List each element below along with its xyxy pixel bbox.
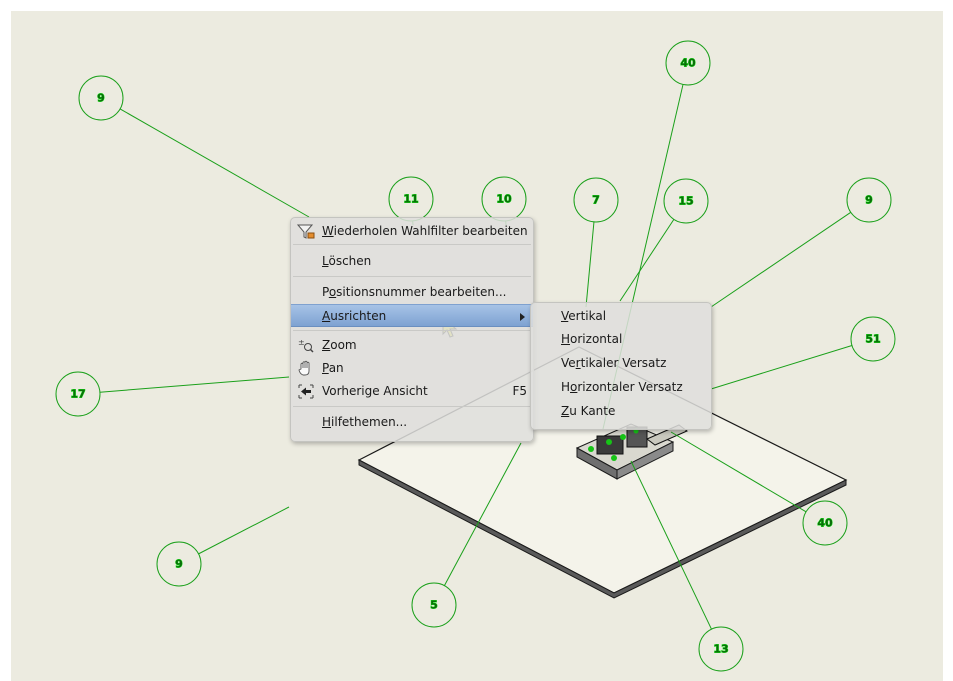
balloon-number: 40 bbox=[680, 57, 696, 70]
zoom-icon: ± bbox=[297, 337, 315, 354]
menu-item-zoom[interactable]: ± Zoom bbox=[291, 334, 533, 357]
balloon[interactable]: 40 bbox=[665, 40, 711, 86]
leader-line bbox=[198, 506, 290, 555]
balloon[interactable]: 9 bbox=[156, 541, 202, 587]
mnemonic-w: W bbox=[322, 224, 334, 238]
menu-item-align[interactable]: Ausrichten bbox=[291, 304, 533, 327]
submenu-label-horizontal-offset: rizontaler Versatz bbox=[577, 380, 683, 394]
shortcut-f5: F5 bbox=[512, 384, 527, 398]
balloon-number: 51 bbox=[865, 333, 880, 346]
balloon-number: 11 bbox=[403, 193, 418, 206]
menu-separator bbox=[293, 276, 531, 277]
menu-item-edit-balloon-number[interactable]: Positionsnummer bearbeiten... bbox=[291, 281, 533, 304]
balloon[interactable]: 17 bbox=[55, 371, 101, 417]
mnemonic-z: Z bbox=[322, 338, 331, 352]
balloon-number: 9 bbox=[97, 92, 105, 105]
svg-text:±: ± bbox=[298, 338, 305, 347]
menu-label-edit-balloon: sitionsnummer bearbeiten... bbox=[336, 285, 507, 299]
menu-label-repeat-filter: iederholen Wahlfilter bearbeiten bbox=[333, 224, 528, 238]
balloon-number: 9 bbox=[175, 558, 183, 571]
balloon[interactable]: 13 bbox=[698, 626, 744, 672]
balloon-number: 15 bbox=[678, 195, 693, 208]
leader-line bbox=[585, 221, 595, 308]
submenu-item-horizontal[interactable]: Horizontal bbox=[531, 328, 711, 351]
menu-item-delete[interactable]: Löschen bbox=[291, 250, 533, 273]
balloon-number: 13 bbox=[713, 643, 728, 656]
menu-item-previous-view[interactable]: Vorherige Ansicht F5 bbox=[291, 380, 533, 403]
submenu-label-prefix: H bbox=[561, 380, 571, 394]
menu-separator bbox=[293, 406, 531, 407]
submenu-label-vertical-offset: tikaler Versatz bbox=[580, 356, 667, 370]
menu-label-zoom: oom bbox=[330, 338, 357, 352]
menu-separator bbox=[293, 330, 531, 331]
submenu-item-horizontal-offset[interactable]: Horizontaler Versatz bbox=[531, 376, 711, 399]
balloon-number: 9 bbox=[865, 194, 873, 207]
mnemonic-h: H bbox=[561, 332, 571, 346]
balloon-number: 7 bbox=[592, 194, 600, 207]
mnemonic-h: H bbox=[322, 415, 332, 429]
balloon[interactable]: 9 bbox=[846, 177, 892, 223]
submenu-label-to-edge: u Kante bbox=[569, 404, 616, 418]
balloon-number: 10 bbox=[496, 193, 512, 206]
balloon[interactable]: 7 bbox=[573, 177, 619, 223]
menu-label-help-topics: ilfethemen... bbox=[331, 415, 408, 429]
balloon[interactable]: 5 bbox=[411, 582, 457, 628]
balloon[interactable]: 10 bbox=[481, 176, 527, 222]
menu-label-pan: an bbox=[328, 361, 344, 375]
context-menu: Wiederholen Wahlfilter bearbeiten Lösche… bbox=[290, 217, 534, 442]
balloon[interactable]: 51 bbox=[850, 316, 896, 362]
menu-item-pan[interactable]: Pan bbox=[291, 357, 533, 380]
balloon-number: 5 bbox=[430, 599, 438, 612]
balloon[interactable]: 11 bbox=[388, 176, 434, 222]
align-submenu: Vertikal Horizontal Vertikaler Versatz H… bbox=[530, 302, 712, 430]
previous-view-icon bbox=[297, 383, 315, 400]
pan-hand-icon bbox=[297, 360, 315, 377]
menu-label-previous-view: Vorherige Ansicht bbox=[322, 384, 428, 398]
leader-line bbox=[710, 345, 853, 390]
menu-label-prefix: P bbox=[322, 285, 329, 299]
mnemonic-z: Z bbox=[561, 404, 570, 418]
menu-label-delete: öschen bbox=[328, 254, 372, 268]
leader-line bbox=[99, 376, 290, 393]
leader-line bbox=[619, 219, 675, 302]
menu-item-help-topics[interactable]: Hilfethemen... bbox=[291, 411, 533, 434]
balloon[interactable]: 40 bbox=[802, 500, 848, 546]
filter-icon bbox=[296, 223, 315, 240]
leader-line bbox=[710, 211, 852, 308]
submenu-label-vertical: ertikal bbox=[568, 309, 607, 323]
submenu-item-vertical-offset[interactable]: Vertikaler Versatz bbox=[531, 352, 711, 375]
leader-line bbox=[119, 108, 310, 218]
submenu-arrow-icon bbox=[520, 313, 525, 321]
menu-separator bbox=[293, 244, 531, 245]
menu-item-repeat-filter[interactable]: Wiederholen Wahlfilter bearbeiten bbox=[291, 220, 533, 243]
balloon-number: 40 bbox=[817, 517, 833, 530]
menu-label-align: usrichten bbox=[330, 309, 387, 323]
balloon[interactable]: 9 bbox=[78, 75, 124, 121]
submenu-label-prefix: Ve bbox=[561, 356, 576, 370]
submenu-item-vertical[interactable]: Vertikal bbox=[531, 305, 711, 328]
balloon[interactable]: 15 bbox=[663, 178, 709, 224]
mnemonic-p: P bbox=[322, 361, 329, 375]
submenu-item-to-edge[interactable]: Zu Kante bbox=[531, 400, 711, 423]
mnemonic-a: A bbox=[322, 309, 331, 323]
balloon-number: 17 bbox=[70, 388, 85, 401]
submenu-label-horizontal: orizontal bbox=[570, 332, 623, 346]
